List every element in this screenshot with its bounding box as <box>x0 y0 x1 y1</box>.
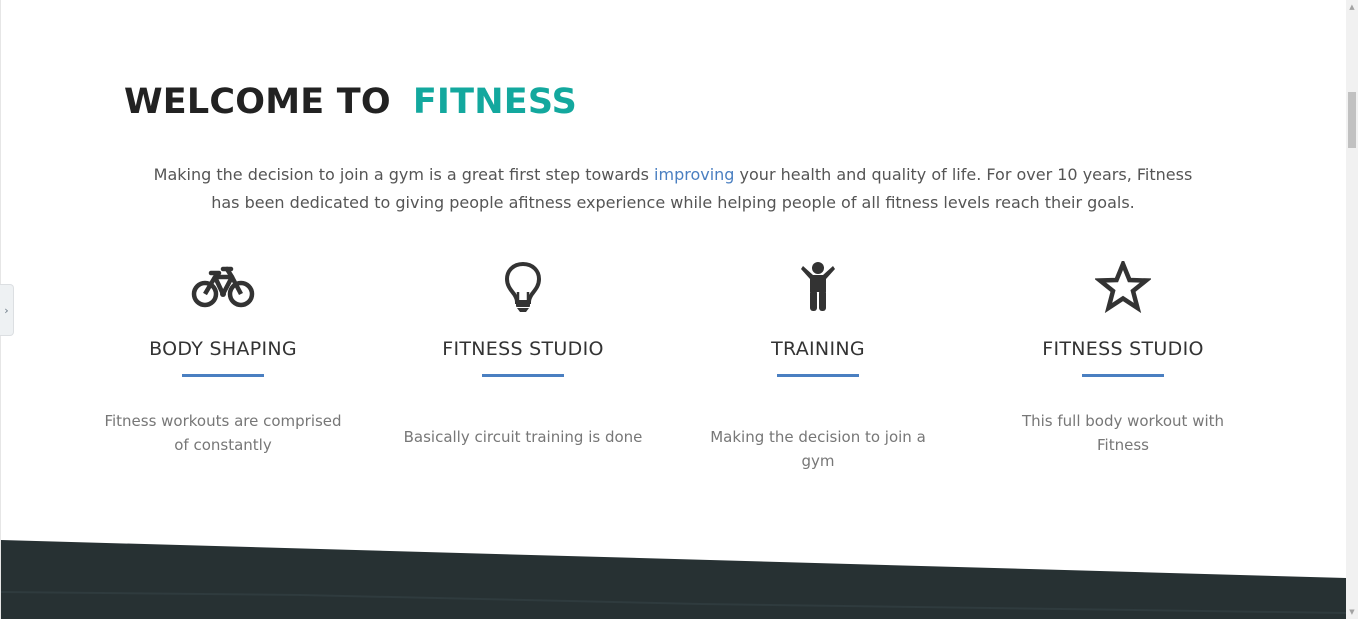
vertical-scrollbar[interactable]: ▲ ▼ <box>1346 0 1358 619</box>
lightbulb-icon <box>393 258 653 316</box>
bicycle-icon <box>93 258 353 316</box>
heading-brand: FITNESS <box>412 82 578 122</box>
feature-description: Basically circuit training is done <box>403 428 643 446</box>
feature-title: BODY SHAPING <box>149 338 297 360</box>
feature-title: FITNESS STUDIO <box>1042 338 1204 360</box>
intro-text-start: Making the decision to join a gym is a g… <box>153 165 655 184</box>
feature-description: This full body workout with Fitness <box>1021 412 1225 454</box>
child-icon <box>688 258 948 316</box>
dark-section-band <box>1 540 1346 619</box>
feature-title: FITNESS STUDIO <box>442 338 604 360</box>
feature-training: TRAINING Making the decision to join a g… <box>688 258 948 473</box>
feature-body-shaping: BODY SHAPING Fitness workouts are compri… <box>93 258 353 457</box>
scroll-down-arrow-icon[interactable]: ▼ <box>1346 605 1358 619</box>
title-underline <box>182 374 264 377</box>
feature-description: Making the decision to join a gym <box>710 428 926 470</box>
heading-welcome: WELCOME TO <box>124 82 391 122</box>
title-underline <box>482 374 564 377</box>
title-underline <box>777 374 859 377</box>
chevron-right-icon: › <box>4 303 9 317</box>
scroll-up-arrow-icon[interactable]: ▲ <box>1346 0 1358 14</box>
feature-description: Fitness workouts are comprised of consta… <box>104 412 342 454</box>
star-icon <box>993 258 1253 316</box>
scrollbar-thumb[interactable] <box>1348 92 1356 148</box>
improving-link[interactable]: improving <box>654 165 734 184</box>
intro-paragraph: Making the decision to join a gym is a g… <box>141 161 1205 217</box>
title-underline <box>1082 374 1164 377</box>
feature-fitness-studio: FITNESS STUDIO Basically circuit trainin… <box>393 258 653 449</box>
feature-title: TRAINING <box>771 338 865 360</box>
side-panel-toggle[interactable]: › <box>0 284 14 336</box>
page: WELCOME TO FITNESS Making the decision to… <box>0 0 1346 619</box>
feature-fitness-studio-2: FITNESS STUDIO This full body workout wi… <box>993 258 1253 457</box>
section-heading: WELCOME TO FITNESS <box>124 80 577 124</box>
